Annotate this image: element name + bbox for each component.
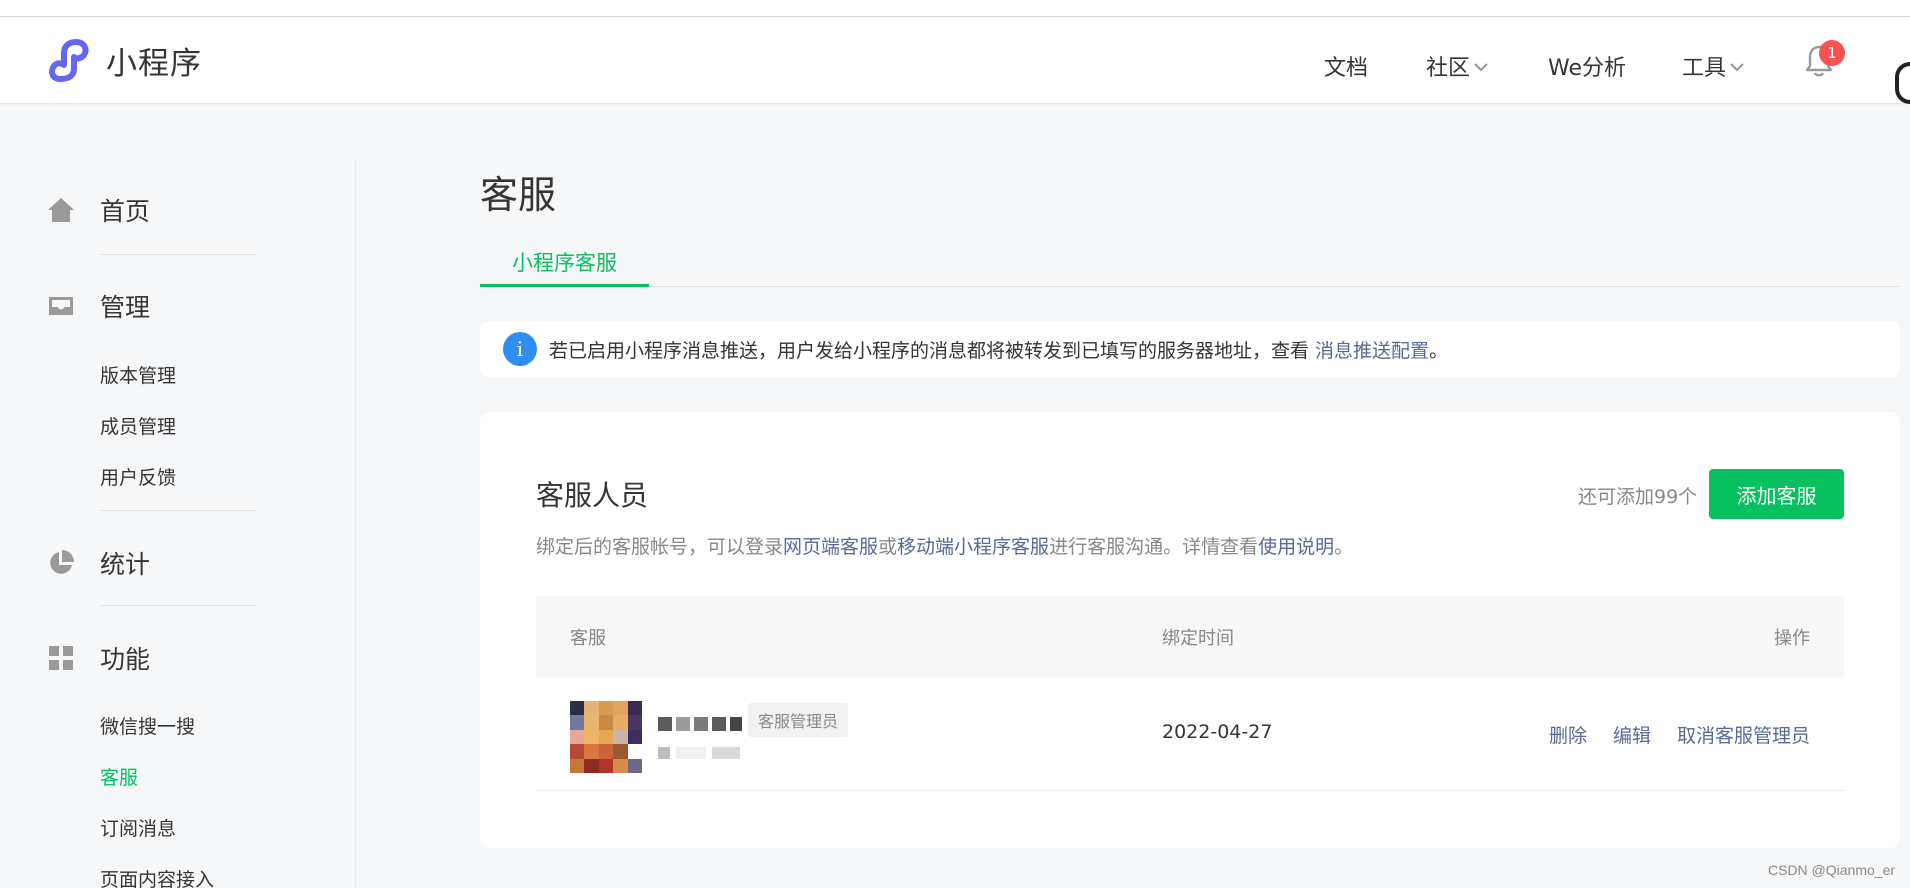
sidebar-item-members[interactable]: 成员管理: [100, 412, 176, 439]
page-title: 客服: [480, 173, 557, 217]
inbox-icon: [49, 297, 73, 315]
sidebar-section-features-label: 功能: [100, 645, 151, 674]
tab-bar: 小程序客服: [480, 240, 1900, 287]
notice-suffix: 。: [1429, 339, 1449, 362]
nav-tools-label: 工具: [1682, 56, 1727, 81]
sidebar-section-stats-label: 统计: [100, 550, 151, 579]
sidebar-item-page-content[interactable]: 页面内容接入: [100, 865, 214, 888]
top-header: 小程序 文档 社区 We分析 工具 1: [0, 18, 1910, 104]
chevron-down-icon: [1474, 63, 1488, 72]
column-header-bind-time: 绑定时间: [1162, 628, 1234, 649]
info-icon: i: [503, 332, 537, 366]
sidebar-item-subscribe-message[interactable]: 订阅消息: [100, 814, 176, 841]
sidebar-divider: [100, 510, 256, 511]
delete-button[interactable]: 删除: [1549, 721, 1587, 748]
card-title: 客服人员: [536, 479, 649, 512]
notice-text: 若已启用小程序消息推送，用户发给小程序的消息都将被转发到已填写的服务器地址，查看…: [549, 336, 1448, 363]
sidebar-divider: [100, 605, 256, 606]
desc-mid: 进行客服沟通。详情查看: [1049, 536, 1259, 558]
service-staff-table: 客服 绑定时间 操作 客服管理员 2022-04-27 删除 编辑 取消客服管理…: [536, 596, 1844, 791]
staff-id-redacted: [658, 747, 740, 759]
browser-top-strip: [0, 0, 1910, 17]
nav-we-analysis[interactable]: We分析: [1548, 46, 1626, 86]
nav-docs-label: 文档: [1324, 56, 1369, 81]
nav-tools[interactable]: 工具: [1682, 46, 1744, 86]
edit-button[interactable]: 编辑: [1613, 721, 1651, 748]
message-push-config-link[interactable]: 消息推送配置: [1315, 340, 1429, 362]
nav-community[interactable]: 社区: [1426, 46, 1488, 86]
sidebar-section-home-label: 首页: [100, 197, 151, 226]
role-tag: 客服管理员: [748, 703, 849, 737]
pie-chart-icon: [50, 550, 74, 574]
row-actions: 删除 编辑 取消客服管理员: [1549, 721, 1810, 748]
nav-docs[interactable]: 文档: [1324, 46, 1368, 86]
top-nav: 文档 社区 We分析 工具: [0, 46, 1910, 86]
home-icon: [48, 198, 74, 222]
column-header-service: 客服: [570, 628, 606, 649]
user-avatar[interactable]: [1895, 62, 1910, 104]
web-service-link[interactable]: 网页端客服: [783, 536, 878, 558]
sidebar-section-manage-label: 管理: [100, 293, 151, 322]
sidebar-section-manage[interactable]: 管理: [46, 288, 150, 324]
desc-suffix: 。: [1334, 536, 1354, 558]
tab-mini-program-service[interactable]: 小程序客服: [480, 240, 649, 287]
sidebar-item-customer-service[interactable]: 客服: [100, 763, 138, 790]
notification-badge: 1: [1819, 40, 1845, 66]
staff-name-redacted: [658, 717, 748, 733]
sidebar-divider: [355, 160, 356, 888]
desc-or: 或: [878, 536, 898, 558]
bind-time: 2022-04-27: [1162, 721, 1273, 743]
sidebar-section-stats[interactable]: 统计: [46, 545, 150, 581]
nav-community-label: 社区: [1426, 56, 1471, 81]
remaining-count: 还可添加99个: [1578, 486, 1698, 508]
table-row: 客服管理员 2022-04-27 删除 编辑 取消客服管理员: [536, 677, 1844, 791]
service-staff-card: 客服人员 还可添加99个 添加客服 绑定后的客服帐号，可以登录网页端客服或移动端…: [480, 412, 1900, 848]
chevron-down-icon: [1730, 63, 1744, 72]
desc-prefix: 绑定后的客服帐号，可以登录: [536, 536, 784, 558]
sidebar-item-version[interactable]: 版本管理: [100, 361, 176, 388]
sidebar-section-features[interactable]: 功能: [46, 640, 150, 676]
watermark: CSDN @Qianmo_er: [1768, 862, 1896, 878]
sidebar-section-home[interactable]: 首页: [46, 192, 150, 228]
nav-we-analysis-label: We分析: [1548, 56, 1626, 81]
table-header: 客服 绑定时间 操作: [536, 596, 1844, 677]
notice-text-body: 若已启用小程序消息推送，用户发给小程序的消息都将被转发到已填写的服务器地址，查看: [549, 339, 1316, 362]
mobile-service-link[interactable]: 移动端小程序客服: [897, 536, 1049, 558]
staff-avatar: [570, 701, 642, 773]
sidebar-divider: [100, 254, 256, 255]
add-service-button[interactable]: 添加客服: [1709, 469, 1844, 519]
usage-guide-link[interactable]: 使用说明: [1258, 536, 1334, 558]
sidebar-item-wechat-search[interactable]: 微信搜一搜: [100, 712, 195, 739]
info-notice: i 若已启用小程序消息推送，用户发给小程序的消息都将被转发到已填写的服务器地址，…: [480, 321, 1900, 377]
revoke-admin-button[interactable]: 取消客服管理员: [1677, 721, 1810, 748]
card-description: 绑定后的客服帐号，可以登录网页端客服或移动端小程序客服进行客服沟通。详情查看使用…: [536, 532, 1353, 559]
column-header-actions: 操作: [1774, 628, 1810, 649]
grid-icon: [49, 646, 73, 670]
sidebar-item-feedback[interactable]: 用户反馈: [100, 463, 176, 490]
